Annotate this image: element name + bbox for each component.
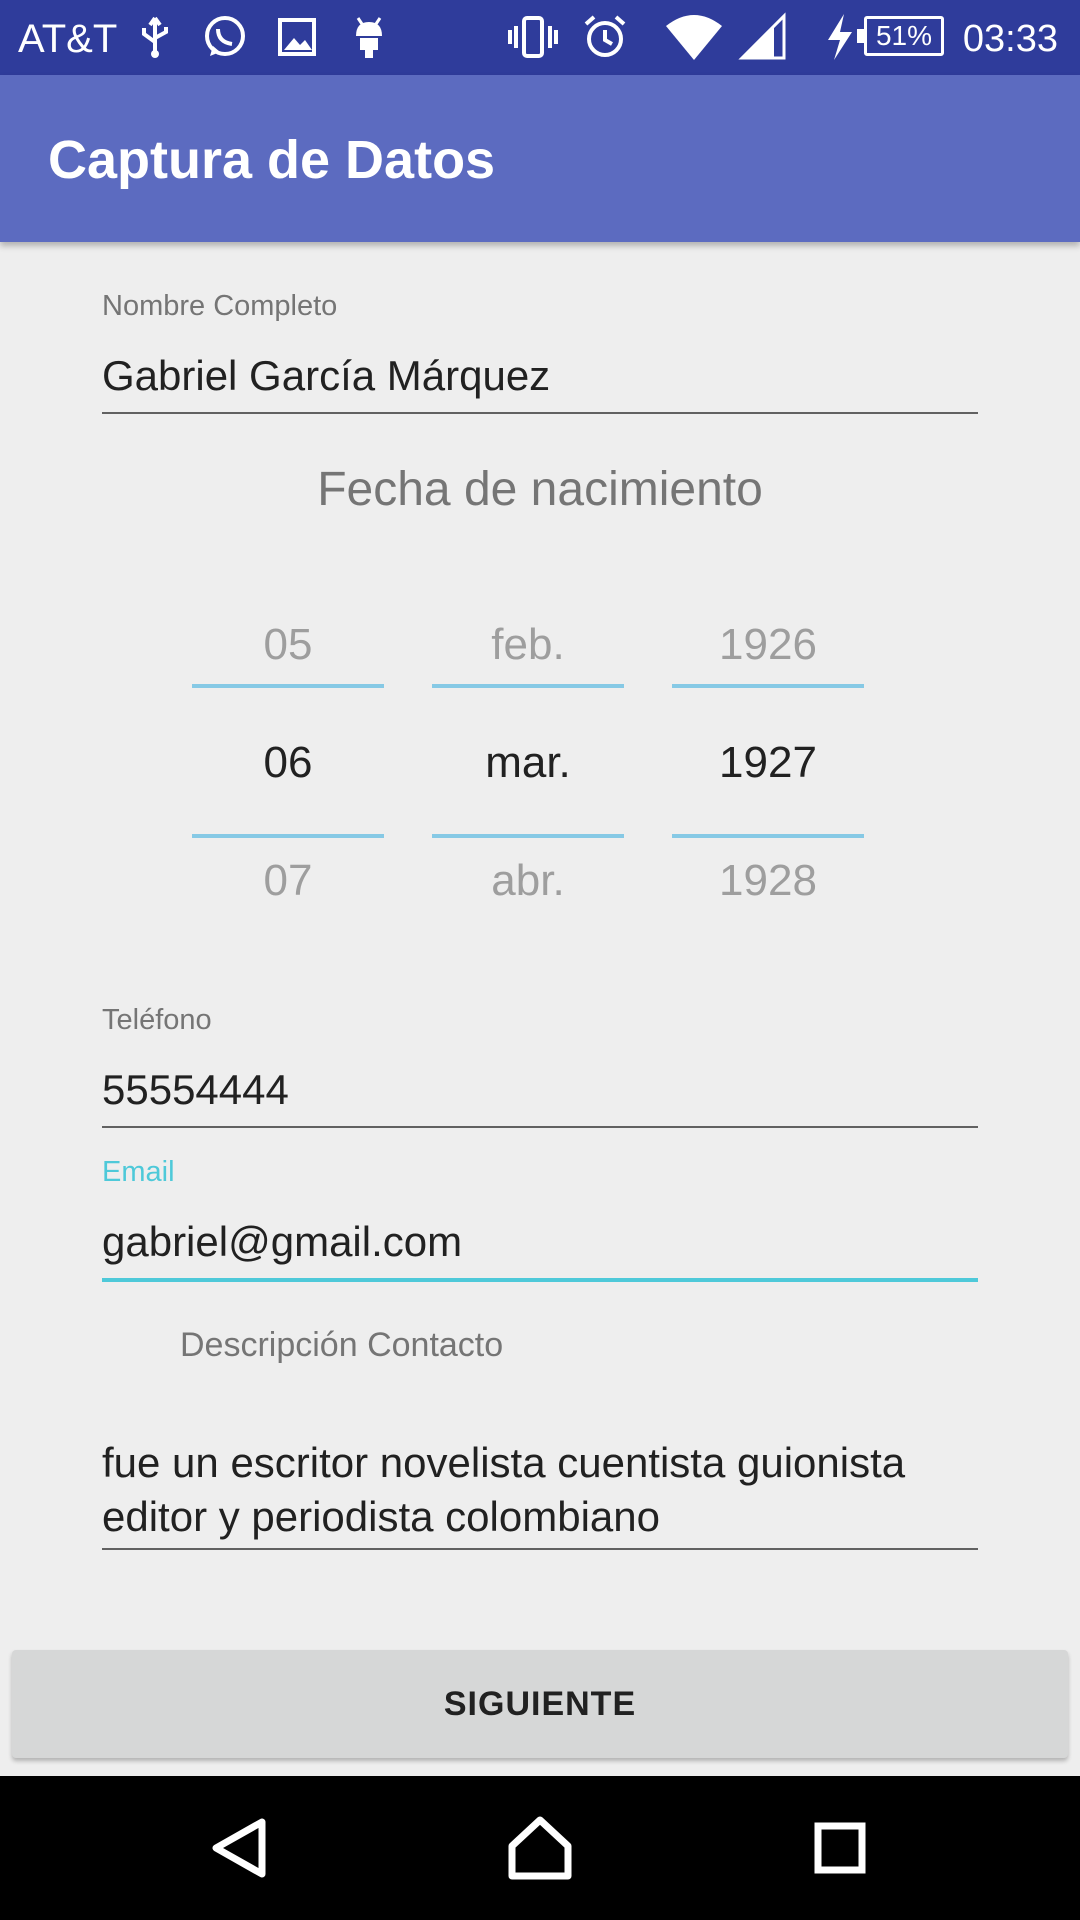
month-divider-bottom xyxy=(432,834,624,838)
phone-field-underline xyxy=(102,1126,978,1128)
year-picker[interactable]: 1926 1927 1928 xyxy=(672,610,864,910)
carrier-name: AT&T xyxy=(18,17,118,61)
day-divider-bottom xyxy=(192,834,384,838)
navigation-bar xyxy=(0,1776,1080,1920)
android-icon xyxy=(356,17,382,58)
month-picker[interactable]: feb. mar. abr. xyxy=(432,610,624,910)
day-prev[interactable]: 05 xyxy=(192,620,384,670)
dob-title: Fecha de nacimiento xyxy=(317,463,763,516)
year-prev[interactable]: 1926 xyxy=(672,620,864,670)
image-icon xyxy=(278,18,316,56)
alarm-icon xyxy=(584,15,626,57)
month-prev[interactable]: feb. xyxy=(432,620,624,670)
phone-label: Teléfono xyxy=(102,1004,212,1036)
next-button[interactable]: SIGUIENTE xyxy=(12,1650,1068,1758)
wifi-icon xyxy=(666,15,722,60)
email-field[interactable]: gabriel@gmail.com xyxy=(102,1218,462,1266)
recents-icon[interactable] xyxy=(804,1812,876,1884)
home-icon[interactable] xyxy=(504,1812,576,1884)
day-divider-top xyxy=(192,684,384,688)
phone-field[interactable]: 55554444 xyxy=(102,1066,289,1114)
month-next[interactable]: abr. xyxy=(432,856,624,906)
day-picker[interactable]: 05 06 07 xyxy=(192,610,384,910)
description-field[interactable]: fue un escritor novelista cuentista guio… xyxy=(102,1436,982,1544)
day-next[interactable]: 07 xyxy=(192,856,384,906)
charging-icon xyxy=(828,14,852,60)
app-bar: Captura de Datos xyxy=(0,75,1080,242)
year-next[interactable]: 1928 xyxy=(672,856,864,906)
month-divider-top xyxy=(432,684,624,688)
year-selected[interactable]: 1927 xyxy=(672,738,864,788)
battery-level: 51% xyxy=(875,20,933,51)
clock: 03:33 xyxy=(962,18,1058,60)
email-field-underline xyxy=(102,1278,978,1282)
vibrate-icon xyxy=(508,16,558,58)
app-title: Captura de Datos xyxy=(48,130,496,190)
month-selected[interactable]: mar. xyxy=(432,738,624,788)
back-icon[interactable] xyxy=(204,1812,276,1884)
status-bar: AT&T 51% 03:33 xyxy=(0,0,1080,75)
name-label: Nombre Completo xyxy=(102,290,338,322)
signal-icon xyxy=(738,12,786,60)
year-divider-bottom xyxy=(672,834,864,838)
usb-icon xyxy=(142,16,168,58)
year-divider-top xyxy=(672,684,864,688)
day-selected[interactable]: 06 xyxy=(192,738,384,788)
battery-indicator: 51% xyxy=(857,16,944,56)
whatsapp-icon xyxy=(205,16,245,56)
name-field-underline xyxy=(102,412,978,414)
description-field-underline xyxy=(102,1548,978,1550)
name-field[interactable]: Gabriel García Márquez xyxy=(102,352,550,400)
description-label: Descripción Contacto xyxy=(180,1326,504,1364)
email-label: Email xyxy=(102,1156,175,1188)
